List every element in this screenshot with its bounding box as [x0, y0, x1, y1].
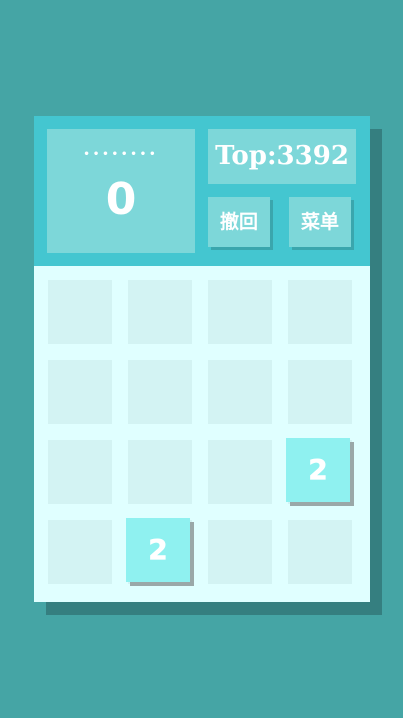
board-cell [208, 520, 272, 584]
top-score: Top:3392 [208, 129, 356, 184]
board-cell [128, 360, 192, 424]
board-cell [208, 440, 272, 504]
board-cell [208, 360, 272, 424]
board-cell [128, 440, 192, 504]
game-container: •••••••• 0 Top:3392 撤回 菜单 22 [34, 116, 370, 602]
board-cell [48, 520, 112, 584]
game-header: •••••••• 0 Top:3392 撤回 菜单 [34, 116, 370, 266]
tile-2: 2 [286, 438, 350, 502]
score-dots: •••••••• [83, 149, 159, 160]
current-score: 0 [105, 174, 137, 225]
tile-2: 2 [126, 518, 190, 582]
board-cell [288, 520, 352, 584]
board-cell [208, 280, 272, 344]
board-cell [128, 280, 192, 344]
game-board[interactable]: 22 [34, 266, 370, 602]
score-panel: •••••••• 0 [47, 129, 195, 253]
menu-button[interactable]: 菜单 [289, 197, 351, 247]
undo-button[interactable]: 撤回 [208, 197, 270, 247]
board-cell [48, 280, 112, 344]
board-cell [48, 440, 112, 504]
board-cell [288, 360, 352, 424]
board-cell [288, 280, 352, 344]
board-cell [48, 360, 112, 424]
